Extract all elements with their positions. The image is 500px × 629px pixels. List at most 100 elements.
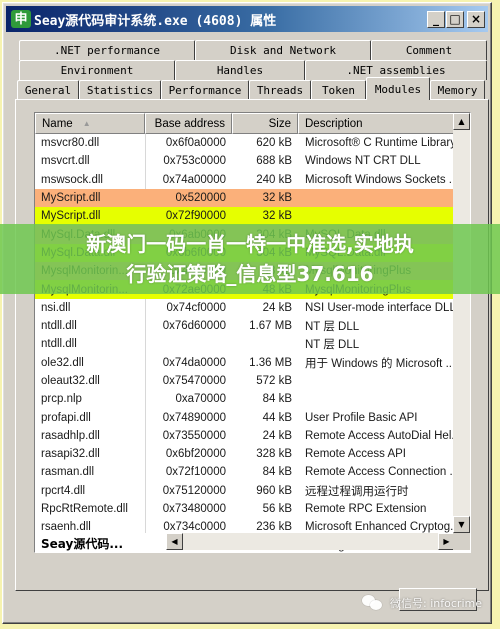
module-description: Microsoft Windows Sockets ... (305, 173, 455, 186)
horizontal-scrollbar[interactable]: ◀ ▶ (166, 533, 455, 550)
window-title: Seay源代码审计系统.exe (4608) 属性 (34, 13, 277, 29)
tab-general[interactable]: General (17, 80, 79, 100)
tab-environment[interactable]: Environment (19, 60, 175, 80)
module-base-address: 0xa70000 (175, 393, 226, 406)
scrollbar-corner (453, 533, 470, 550)
modules-list[interactable]: Name ▲ Base address Size Description msv… (34, 112, 471, 553)
sort-ascending-icon: ▲ (82, 119, 91, 128)
module-row[interactable]: ole32.dll 0x74da0000 1.36 MB 用于 Windows 的 M… (35, 354, 455, 372)
module-size: 572 kB (256, 375, 292, 387)
column-header-base-address[interactable]: Base address (145, 113, 232, 134)
module-base-address: 0x6f0a0000 (165, 137, 226, 150)
module-size: 328 kB (256, 448, 292, 461)
module-description: Microsoft Enhanced Cryptog... (305, 521, 455, 534)
tab-statistics[interactable]: Statistics (79, 80, 161, 100)
module-name: rasadhlp.dll (41, 429, 100, 442)
module-name: nsi.dll (41, 301, 71, 314)
module-row[interactable]: rasadhlp.dll 0x73550000 24 kB Remote Access… (35, 427, 455, 445)
module-description: User Profile Basic API (305, 411, 418, 424)
module-name: rpcrt4.dll (41, 484, 86, 497)
module-name: rsaenh.dll (41, 521, 91, 534)
column-header-size[interactable]: Size (232, 113, 298, 134)
banner-line-2: 行验证策略_信息型37.616 (126, 262, 374, 286)
vertical-scrollbar[interactable]: ▲ ▼ (453, 113, 470, 533)
column-header-description[interactable]: Description (298, 113, 455, 134)
module-name: rasman.dll (41, 466, 95, 479)
module-description: Microsoft® C Runtime Library (305, 137, 455, 150)
module-name: ntdll.dll (41, 338, 77, 351)
scroll-down-arrow-icon[interactable]: ▼ (453, 516, 470, 533)
module-description: NT 层 DLL (305, 321, 360, 334)
tab-handles[interactable]: Handles (175, 60, 305, 80)
column-header-name[interactable]: Name ▲ (35, 113, 145, 134)
tab-threads[interactable]: Threads (249, 80, 311, 100)
module-row[interactable]: rpcrt4.dll 0x75120000 960 kB 远程过程调用运行时 (35, 482, 455, 500)
scroll-left-arrow-icon[interactable]: ◀ (166, 533, 183, 550)
tab-net-performance[interactable]: .NET performance (19, 40, 195, 60)
module-row[interactable]: msvcr80.dll 0x6f0a0000 620 kB Microsoft® C … (35, 134, 455, 152)
tab-comment[interactable]: Comment (371, 40, 487, 60)
module-size: 84 kB (262, 466, 292, 479)
minimize-button[interactable]: _ (427, 10, 445, 28)
module-name: ntdll.dll (41, 320, 77, 333)
app-shield-icon: 申 (11, 10, 31, 28)
module-row[interactable]: ntdll.dll NT 层 DLL (35, 335, 455, 353)
module-base-address: 0x74890000 (162, 411, 226, 424)
module-row[interactable]: profapi.dll 0x74890000 44 kB User Profile B… (35, 408, 455, 426)
module-name: mswsock.dll (41, 173, 103, 186)
module-size: 240 kB (256, 173, 292, 186)
scroll-up-arrow-icon[interactable]: ▲ (453, 113, 470, 130)
process-name-item[interactable]: Seay源代码... (35, 533, 166, 552)
module-description: Remote Access API (305, 448, 406, 461)
module-description: Remote Access Connection ... (305, 466, 455, 479)
background-edge (494, 0, 500, 629)
module-description: Remote RPC Extension (305, 503, 427, 516)
module-name: msvcr80.dll (41, 137, 100, 150)
module-size: 32 kB (262, 210, 292, 223)
module-base-address: 0x73480000 (162, 503, 226, 516)
module-row[interactable]: rasman.dll 0x72f10000 84 kB Remote Access C… (35, 463, 455, 481)
module-base-address: 0x75470000 (162, 375, 226, 387)
module-base-address: 0x753c0000 (163, 155, 226, 168)
tab-modules[interactable]: Modules (366, 77, 430, 100)
module-size: 960 kB (256, 484, 292, 497)
module-size: 24 kB (262, 301, 292, 314)
module-description: 用于 Windows 的 Microsoft ... (305, 357, 455, 370)
title-bar[interactable]: 申 Seay源代码审计系统.exe (4608) 属性 _ □ × (6, 6, 488, 32)
module-base-address: 0x74da0000 (162, 356, 226, 369)
module-size: 32 kB (262, 192, 292, 205)
module-size: 84 kB (262, 393, 292, 406)
module-name: RpcRtRemote.dll (41, 503, 128, 516)
module-row[interactable]: ntdll.dll 0x76d60000 1.67 MB NT 层 DLL (35, 317, 455, 335)
module-base-address: 0x734c0000 (163, 521, 226, 534)
module-row[interactable]: nsi.dll 0x74cf0000 24 kB NSI User-mode inte… (35, 299, 455, 317)
module-row[interactable]: msvcrt.dll 0x753c0000 688 kB Windows NT CRT… (35, 152, 455, 170)
module-row[interactable]: oleaut32.dll 0x75470000 572 kB (35, 372, 455, 390)
close-button[interactable]: × (467, 10, 485, 28)
module-rows: msvcr80.dll 0x6f0a0000 620 kB Microsoft® C … (35, 134, 455, 552)
tab-token[interactable]: Token (311, 80, 366, 100)
module-size: 620 kB (256, 137, 292, 150)
module-base-address: 0x73550000 (162, 429, 226, 442)
tab-performance[interactable]: Performance (161, 80, 249, 100)
tab-disk-and-network[interactable]: Disk and Network (195, 40, 371, 60)
module-name: prcp.nlp (41, 393, 82, 406)
list-header: Name ▲ Base address Size Description (35, 113, 470, 134)
module-row[interactable]: MyScript.dll 0x520000 32 kB (35, 188, 455, 208)
module-row[interactable]: mswsock.dll 0x74a00000 240 kB Microsoft Win… (35, 171, 455, 189)
wechat-icon (362, 595, 384, 611)
watermark-text: 微信号: infocrime (390, 597, 482, 610)
module-base-address: 0x76d60000 (162, 320, 226, 333)
module-size: 688 kB (256, 155, 292, 168)
tab-memory[interactable]: Memory (430, 80, 485, 100)
module-size: 1.36 MB (249, 356, 292, 369)
module-base-address: 0x6bf20000 (165, 448, 226, 461)
module-row[interactable]: RpcRtRemote.dll 0x73480000 56 kB Remote RPC… (35, 500, 455, 518)
module-size: 24 kB (262, 429, 292, 442)
module-row[interactable]: MyScript.dll 0x72f90000 32 kB (35, 207, 455, 226)
module-name: MyScript.dll (41, 210, 101, 223)
module-row[interactable]: prcp.nlp 0xa70000 84 kB (35, 390, 455, 408)
maximize-button[interactable]: □ (446, 10, 464, 28)
modules-panel: Name ▲ Base address Size Description msv… (15, 99, 489, 591)
module-row[interactable]: rasapi32.dll 0x6bf20000 328 kB Remote Acces… (35, 445, 455, 463)
